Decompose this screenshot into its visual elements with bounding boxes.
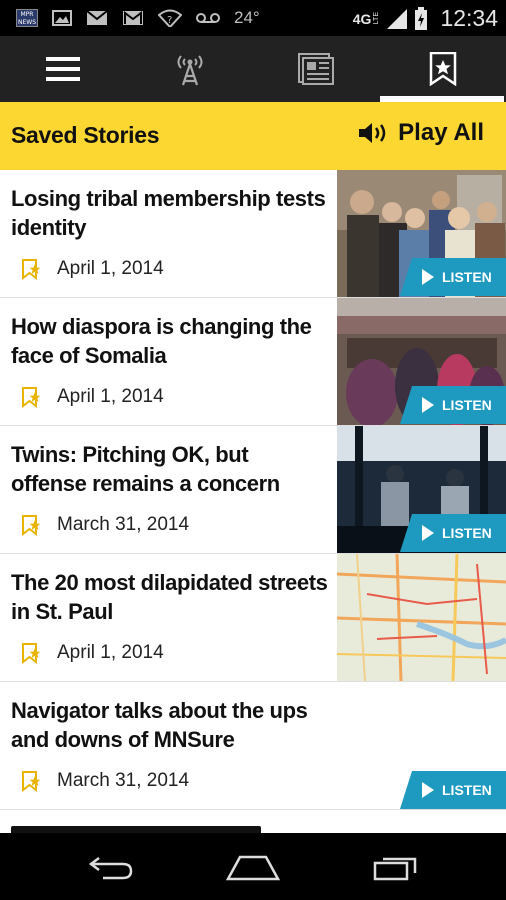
wifi-question-icon: ?	[158, 9, 182, 27]
signal-icon	[387, 8, 408, 29]
tab-menu[interactable]	[0, 36, 127, 102]
play-icon	[422, 269, 434, 285]
speaker-icon	[359, 123, 386, 143]
saved-bookmark-icon[interactable]	[20, 642, 42, 664]
back-button[interactable]	[66, 837, 156, 897]
listen-label: LISTEN	[442, 782, 492, 798]
play-icon	[422, 525, 434, 541]
recent-apps-button[interactable]	[350, 837, 440, 897]
story-title: The 20 most dilapidated streets in St. P…	[11, 570, 328, 624]
listen-label: LISTEN	[442, 269, 492, 285]
back-arrow-icon	[88, 856, 133, 879]
story-date: March 31, 2014	[57, 770, 190, 791]
temperature: 24°	[234, 8, 260, 27]
tab-live[interactable]	[127, 36, 254, 102]
story-date: April 1, 2014	[57, 386, 164, 407]
story-thumbnail[interactable]	[337, 554, 506, 681]
newspaper-icon	[298, 53, 335, 85]
home-icon	[226, 855, 280, 880]
story-date: April 1, 2014	[57, 642, 164, 663]
notification-icons: MPR NEWS ? 24°	[16, 8, 260, 28]
listen-label: LISTEN	[442, 525, 492, 541]
home-button[interactable]	[208, 837, 298, 897]
page-title: Saved Stories	[11, 122, 160, 148]
mpr-news-icon: MPR NEWS	[16, 9, 38, 27]
date-row: March 31, 2014	[20, 770, 189, 792]
story-title: Losing tribal membership tests identity	[11, 186, 326, 240]
network-type: 4G	[352, 10, 372, 27]
listen-button[interactable]: LISTEN	[400, 386, 506, 424]
voicemail-icon	[196, 13, 220, 23]
saved-stories-header: Saved Stories Play All	[0, 102, 506, 170]
play-icon	[422, 782, 434, 798]
list-item[interactable]: Twins: Pitching OK, but offense remains …	[0, 426, 506, 554]
saved-bookmark-icon[interactable]	[20, 386, 42, 408]
recent-apps-icon	[373, 857, 417, 880]
status-bar: MPR NEWS ? 24° 4G LTE 12:34	[0, 0, 506, 36]
story-date: March 31, 2014	[57, 514, 190, 535]
svg-text:?: ?	[167, 15, 172, 26]
story-title: How diaspora is changing the face of Som…	[11, 314, 312, 368]
date-row: March 31, 2014	[20, 514, 189, 536]
story-title: Twins: Pitching OK, but offense remains …	[11, 442, 280, 496]
system-status: 4G LTE 12:34	[353, 5, 498, 32]
listen-label: LISTEN	[442, 397, 492, 413]
story-list: Losing tribal membership tests identity …	[0, 170, 506, 833]
story-thumbnail[interactable]: LISTEN	[337, 298, 506, 425]
listen-button[interactable]: LISTEN	[400, 771, 506, 809]
listen-button[interactable]: LISTEN	[400, 514, 506, 552]
gmail-icon	[123, 11, 143, 25]
story-title: Navigator talks about the ups and downs …	[11, 698, 308, 752]
clock: 12:34	[440, 5, 498, 31]
network-subtype: LTE	[373, 12, 381, 25]
listen-button[interactable]: LISTEN	[400, 258, 506, 296]
saved-bookmark-icon[interactable]	[20, 258, 42, 280]
radio-tower-icon	[177, 55, 203, 86]
story-thumbnail[interactable]: LISTEN	[337, 170, 506, 297]
date-row: April 1, 2014	[20, 642, 164, 664]
list-item[interactable]: The 20 most dilapidated streets in St. P…	[0, 554, 506, 682]
date-row: April 1, 2014	[20, 258, 164, 280]
play-icon	[422, 397, 434, 413]
story-thumbnail[interactable]: LISTEN	[337, 426, 506, 553]
bookmark-star-icon	[429, 52, 456, 86]
top-nav	[0, 36, 506, 102]
story-date: April 1, 2014	[57, 258, 164, 279]
battery-charging-icon	[415, 6, 428, 30]
system-nav-bar	[0, 833, 506, 900]
list-item[interactable]: Navigator talks about the ups and downs …	[0, 682, 506, 810]
play-all-button[interactable]: Play All	[358, 119, 484, 147]
hamburger-icon	[46, 57, 81, 81]
play-all-label: Play All	[398, 119, 484, 146]
saved-bookmark-icon[interactable]	[20, 514, 42, 536]
list-item-partial[interactable]	[0, 810, 506, 833]
image-icon	[52, 10, 72, 26]
tab-saved[interactable]	[379, 36, 506, 102]
saved-bookmark-icon[interactable]	[20, 770, 42, 792]
tab-news[interactable]	[253, 36, 380, 102]
date-row: April 1, 2014	[20, 386, 164, 408]
list-item[interactable]: How diaspora is changing the face of Som…	[0, 298, 506, 426]
list-item[interactable]: Losing tribal membership tests identity …	[0, 170, 506, 298]
email-icon	[86, 10, 108, 25]
story-title-clipped	[11, 826, 261, 833]
